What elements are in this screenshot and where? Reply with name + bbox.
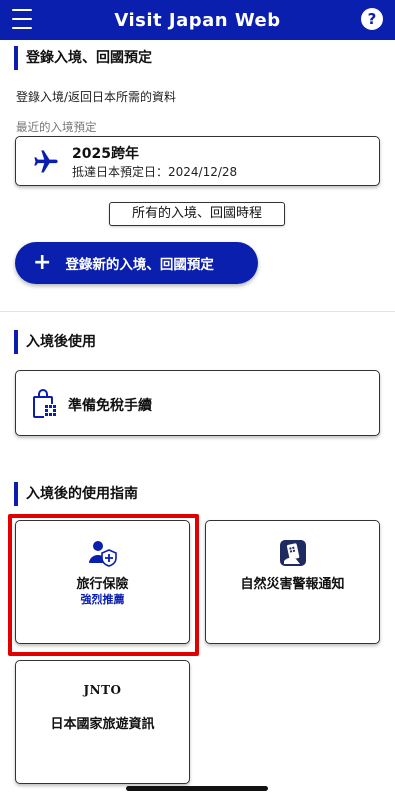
all-schedules-button[interactable]: 所有的入境、回國時程 bbox=[109, 202, 285, 226]
disaster-alert-card[interactable]: 自然災害警報通知 bbox=[205, 520, 380, 644]
dutyfree-label: 準備免稅手續 bbox=[68, 398, 152, 414]
dutyfree-procedure-card[interactable]: 準備免稅手續 bbox=[15, 370, 380, 436]
section-title-entry: 登錄入境、回國預定 bbox=[14, 46, 152, 70]
recent-plan-card[interactable]: 2025跨年 抵達日本預定日：2024/12/28 bbox=[15, 136, 380, 186]
plan-name: 2025跨年 bbox=[72, 146, 139, 162]
section-title-after-entry: 入境後使用 bbox=[14, 330, 96, 354]
japan-tourism-info-label: 日本國家旅遊資訊 bbox=[50, 717, 155, 732]
shopping-bag-icon bbox=[33, 389, 58, 418]
app-title: Visit Japan Web bbox=[114, 9, 281, 31]
jnto-logo-icon: JNTO bbox=[83, 683, 122, 697]
section-divider bbox=[0, 311, 395, 312]
hamburger-menu-icon[interactable] bbox=[12, 9, 32, 29]
japan-tourism-info-card[interactable]: JNTO 日本國家旅遊資訊 bbox=[15, 660, 190, 784]
app-header: Visit Japan Web ? bbox=[0, 0, 395, 40]
help-icon[interactable]: ? bbox=[361, 8, 383, 30]
plan-arrival-date: 抵達日本預定日：2024/12/28 bbox=[72, 165, 238, 179]
disaster-alert-label: 自然災害警報通知 bbox=[240, 577, 345, 592]
add-new-plan-label: 登錄新的入境、回國預定 bbox=[65, 257, 214, 273]
home-indicator[interactable] bbox=[126, 786, 268, 791]
plus-icon: + bbox=[33, 250, 52, 275]
add-new-plan-button[interactable]: + 登錄新的入境、回國預定 bbox=[15, 242, 258, 284]
phone-alert-icon bbox=[279, 540, 306, 566]
airplane-icon bbox=[34, 150, 58, 173]
recent-plan-label: 最近的入境預定 bbox=[16, 120, 97, 134]
entry-description: 登錄入境/返回日本所需的資料 bbox=[16, 90, 177, 104]
highlight-box bbox=[8, 514, 199, 656]
section-title-guide: 入境後的使用指南 bbox=[14, 482, 138, 506]
